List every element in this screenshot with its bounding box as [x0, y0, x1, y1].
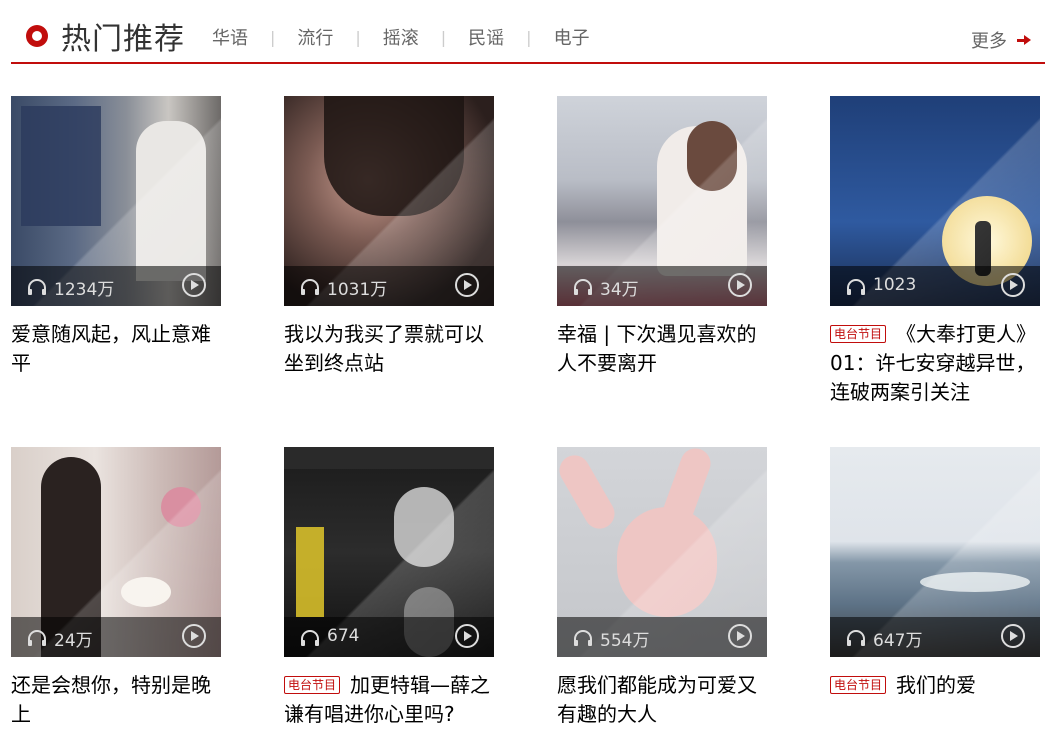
playlist-cover[interactable]: 674	[284, 447, 494, 657]
playlist-card: 1023 电台节目 《大奉打更人》01：许七安穿越异世，连破两案引关注	[830, 96, 1040, 407]
cover-info-bar: 1023	[830, 266, 1040, 306]
headphones-icon	[847, 630, 865, 646]
headphones-icon	[301, 630, 319, 646]
play-count: 1023	[873, 275, 917, 295]
playlist-title[interactable]: 愿我们都能成为可爱又有趣的大人	[557, 671, 767, 729]
playlist-title[interactable]: 我以为我买了票就可以坐到终点站	[284, 320, 494, 378]
play-count: 674	[327, 626, 360, 646]
tab-yaogun[interactable]: 摇滚	[383, 24, 419, 50]
play-icon[interactable]	[454, 623, 480, 649]
radio-program-badge: 电台节目	[284, 676, 341, 694]
cover-info-bar: 647万	[830, 617, 1040, 657]
tab-minyao[interactable]: 民谣	[468, 24, 504, 50]
play-icon[interactable]	[454, 272, 480, 298]
headphones-icon	[574, 630, 592, 646]
tab-divider: |	[355, 27, 361, 47]
cover-info-bar: 24万	[11, 617, 221, 657]
play-icon[interactable]	[181, 623, 207, 649]
headphones-icon	[28, 630, 46, 646]
record-circle-icon	[26, 25, 48, 47]
playlist-title[interactable]: 电台节目 我们的爱	[830, 671, 1040, 700]
playlist-title[interactable]: 幸福 | 下次遇见喜欢的人不要离开	[557, 320, 767, 378]
cover-info-bar: 1234万	[11, 266, 221, 306]
play-count: 647万	[873, 631, 923, 651]
play-count: 1031万	[327, 280, 388, 300]
playlist-cover[interactable]: 1234万	[11, 96, 221, 306]
cover-info-bar: 34万	[557, 266, 767, 306]
play-count: 554万	[600, 631, 650, 651]
tab-dianzi[interactable]: 电子	[554, 24, 590, 50]
playlist-cover[interactable]: 24万	[11, 447, 221, 657]
playlist-card: 647万 电台节目 我们的爱	[830, 447, 1040, 700]
radio-program-badge: 电台节目	[830, 325, 887, 343]
play-icon[interactable]	[727, 272, 753, 298]
more-link[interactable]: 更多	[971, 27, 1031, 53]
headphones-icon	[574, 279, 592, 295]
playlist-card: 1234万 爱意随风起，风止意难平	[11, 96, 221, 378]
playlist-title[interactable]: 还是会想你，特别是晚上	[11, 671, 221, 729]
play-icon[interactable]	[1000, 623, 1026, 649]
cover-info-bar: 674	[284, 617, 494, 657]
play-icon[interactable]	[727, 623, 753, 649]
playlist-cover[interactable]: 34万	[557, 96, 767, 306]
cover-info-bar: 1031万	[284, 266, 494, 306]
radio-program-badge: 电台节目	[830, 676, 887, 694]
section-title[interactable]: 热门推荐	[61, 14, 185, 58]
playlist-title-text: 爱意随风起，风止意难平	[11, 322, 211, 375]
playlist-title-text: 愿我们都能成为可爱又有趣的大人	[557, 673, 757, 726]
headphones-icon	[301, 279, 319, 295]
tab-liuxing[interactable]: 流行	[297, 24, 333, 50]
genre-tabs: 华语 | 流行 | 摇滚 | 民谣 | 电子	[212, 24, 590, 50]
play-count: 24万	[54, 631, 93, 651]
headphones-icon	[28, 279, 46, 295]
tab-divider: |	[270, 27, 276, 47]
playlist-title-text: 我以为我买了票就可以坐到终点站	[284, 322, 484, 375]
headphones-icon	[847, 279, 865, 295]
section-header: 热门推荐 华语 | 流行 | 摇滚 | 民谣 | 电子 更多	[11, 0, 1045, 64]
playlist-cover[interactable]: 1023	[830, 96, 1040, 306]
tab-divider: |	[440, 27, 447, 47]
tab-divider: |	[526, 27, 532, 47]
playlist-title-text: 幸福 | 下次遇见喜欢的人不要离开	[557, 322, 757, 375]
playlist-card: 1031万 我以为我买了票就可以坐到终点站	[284, 96, 494, 378]
playlist-card: 554万 愿我们都能成为可爱又有趣的大人	[557, 447, 767, 729]
playlist-card: 24万 还是会想你，特别是晚上	[11, 447, 221, 729]
playlist-title-text: 我们的爱	[896, 673, 977, 697]
playlist-cover[interactable]: 647万	[830, 447, 1040, 657]
playlist-cover[interactable]: 1031万	[284, 96, 494, 306]
tab-huayu[interactable]: 华语	[212, 24, 248, 50]
playlist-title-text: 还是会想你，特别是晚上	[11, 673, 211, 726]
playlist-card: 34万 幸福 | 下次遇见喜欢的人不要离开	[557, 96, 767, 378]
playlist-title[interactable]: 电台节目 《大奉打更人》01：许七安穿越异世，连破两案引关注	[830, 320, 1040, 407]
play-count: 34万	[600, 280, 639, 300]
playlist-card: 674 电台节目 加更特辑—薛之谦有唱进你心里吗?	[284, 447, 494, 729]
playlist-title[interactable]: 电台节目 加更特辑—薛之谦有唱进你心里吗?	[284, 671, 494, 729]
playlist-cover[interactable]: 554万	[557, 447, 767, 657]
playlist-title[interactable]: 爱意随风起，风止意难平	[11, 320, 221, 378]
arrow-right-icon	[1017, 35, 1031, 45]
cover-info-bar: 554万	[557, 617, 767, 657]
play-icon[interactable]	[181, 272, 207, 298]
more-label: 更多	[971, 31, 1007, 52]
play-icon[interactable]	[1000, 272, 1026, 298]
play-count: 1234万	[54, 280, 115, 300]
